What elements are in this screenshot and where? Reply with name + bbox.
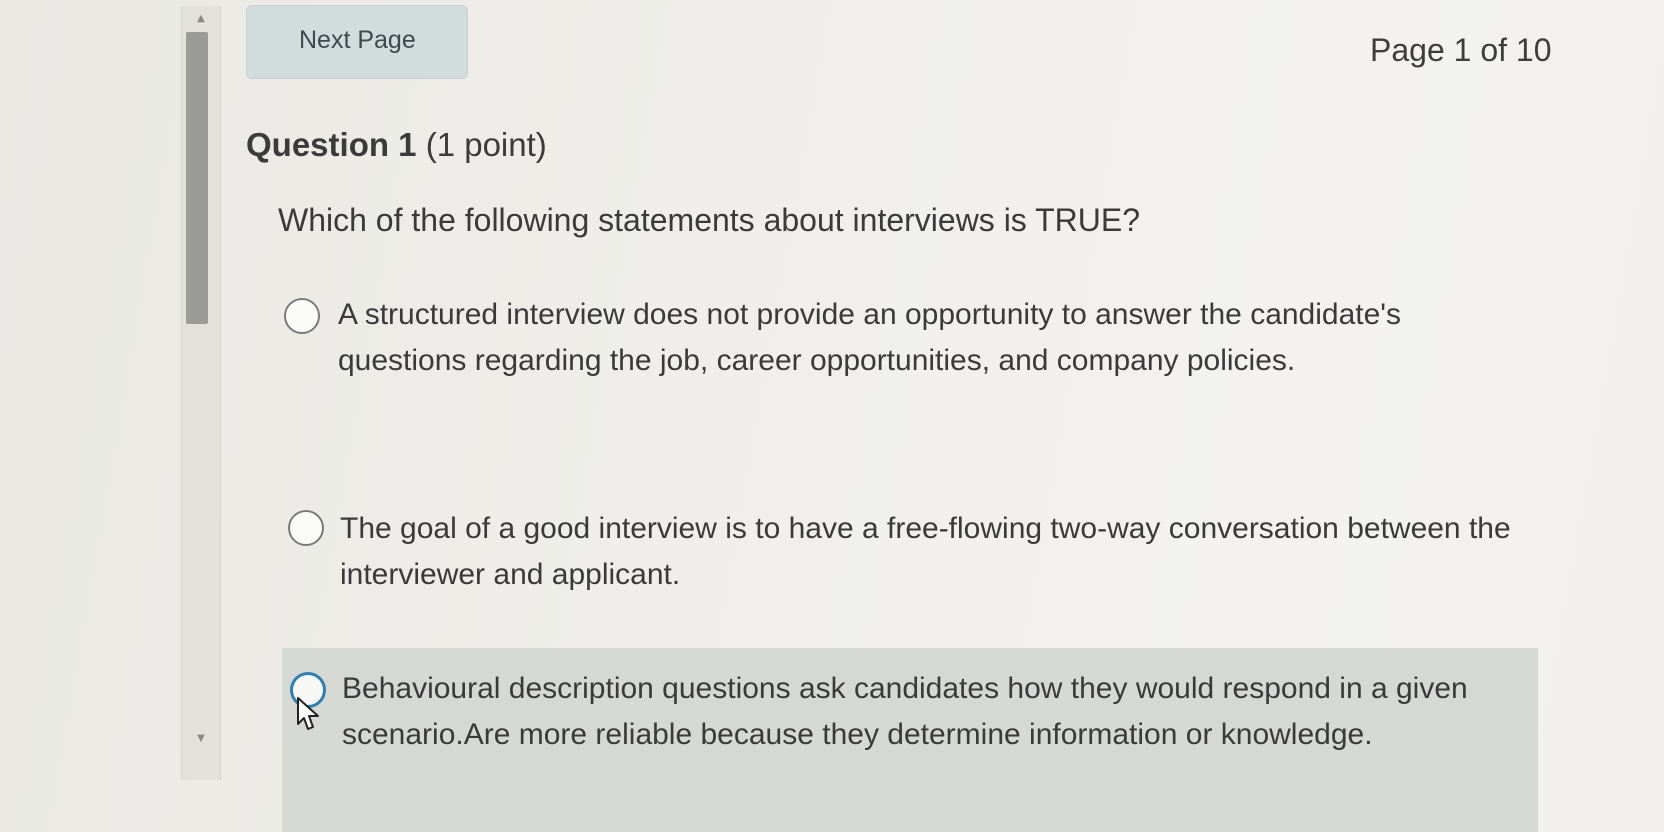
vertical-scrollbar[interactable]: ▲ ▼ — [181, 6, 221, 780]
scroll-up-arrow-icon[interactable]: ▲ — [182, 8, 220, 30]
question-number: Question 1 — [246, 126, 417, 163]
answer-option-c[interactable]: Behavioural description questions ask ca… — [282, 648, 1538, 832]
radio-button-a[interactable] — [284, 298, 320, 334]
page-indicator: Page 1 of 10 — [1370, 32, 1552, 68]
answer-option-b[interactable]: The goal of a good interview is to have … — [280, 502, 1520, 612]
answer-option-text: A structured interview does not provide … — [338, 298, 1402, 377]
question-heading: Question 1 (1 point) — [246, 126, 547, 164]
question-prompt: Which of the following statements about … — [278, 202, 1141, 238]
mouse-pointer-icon — [297, 697, 319, 730]
scroll-down-arrow-icon[interactable]: ▼ — [182, 728, 220, 750]
scrollbar-thumb[interactable] — [186, 32, 208, 324]
question-points: (1 point) — [425, 126, 547, 163]
next-page-button[interactable]: Next Page — [246, 5, 468, 79]
answer-option-text: Behavioural description questions ask ca… — [342, 672, 1468, 751]
answer-option-a[interactable]: A structured interview does not provide … — [280, 286, 1520, 446]
answer-option-text: The goal of a good interview is to have … — [340, 512, 1511, 591]
radio-button-b[interactable] — [288, 510, 324, 546]
